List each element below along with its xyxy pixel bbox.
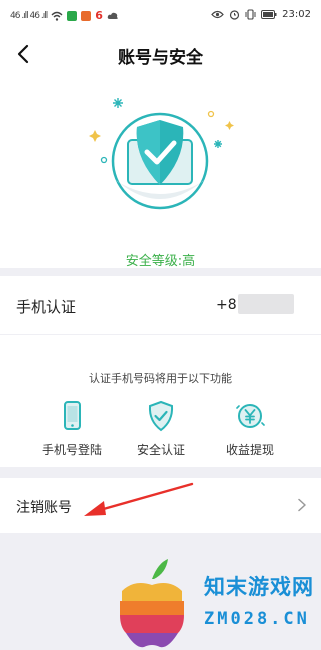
app-badge-icon	[81, 10, 92, 21]
shield-illustration	[89, 98, 234, 210]
watermark: 知末游戏网 ZM028.CN	[112, 557, 317, 649]
status-left: 46 .ıll 46 .ıll 6	[10, 9, 119, 22]
feature-label: 安全认证	[136, 443, 185, 457]
cancel-account-label: 注销账号	[16, 500, 72, 516]
page-title: 账号与安全	[118, 48, 203, 68]
watermark-cn: 知末游戏网	[204, 575, 314, 599]
masked-phone-number	[238, 294, 294, 314]
clock: 23:02	[282, 9, 311, 20]
vibrate-icon	[245, 9, 256, 20]
security-level: 安全等级:高	[125, 254, 196, 269]
feature-earnings-withdraw: 收益提现	[210, 399, 290, 458]
yen-coin-icon	[236, 404, 265, 428]
status-right: 23:02	[211, 9, 311, 20]
phone-auth-label: 手机认证	[16, 298, 77, 316]
battery-icon	[261, 10, 277, 19]
cloud-icon	[107, 12, 118, 19]
phone-icon	[64, 401, 81, 430]
feature-phone-login: 手机号登陆	[32, 399, 112, 458]
nav-bar: 账号与安全	[0, 28, 321, 80]
watermark-logo	[120, 559, 184, 648]
phone-auth-row[interactable]: 手机认证 +8	[0, 276, 321, 334]
watermark-en: ZM028.CN	[204, 609, 310, 629]
alarm-icon	[230, 10, 240, 20]
cancel-account-row[interactable]: 注销账号	[0, 478, 321, 533]
feature-security-auth: 安全认证	[121, 399, 201, 458]
app-badge-icon	[67, 10, 78, 21]
wifi-icon	[51, 11, 63, 21]
status-bar: 46 .ıll 46 .ıll 6 23:02	[0, 0, 321, 28]
red-badge: 6	[95, 9, 103, 22]
security-hero: 安全等级:高	[0, 80, 321, 269]
chevron-right-icon	[298, 498, 306, 512]
shield-check-icon	[148, 400, 174, 432]
functions-hint: 认证手机号码将用于以下功能	[89, 372, 232, 385]
signal-icon: 46 .ıll 46 .ıll	[10, 10, 48, 21]
eye-icon	[211, 10, 224, 19]
phone-number: +8	[216, 297, 237, 313]
feature-label: 收益提现	[225, 443, 274, 457]
feature-label: 手机号登陆	[41, 443, 102, 457]
phone-functions-panel: 认证手机号码将用于以下功能 手机号登陆 安全认证 收益提现	[0, 335, 321, 467]
